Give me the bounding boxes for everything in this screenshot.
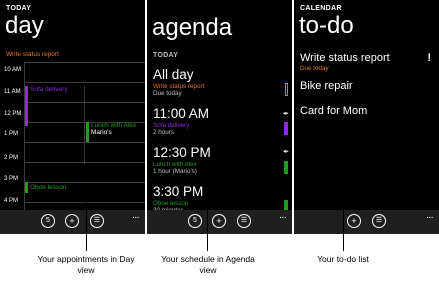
appointment-label: Oboe lesson	[30, 184, 67, 191]
hour-label: 3 PM	[4, 176, 19, 182]
list-icon[interactable]: ☰	[90, 214, 104, 228]
callout-line	[343, 196, 344, 251]
todo-title: to-do	[299, 12, 354, 39]
priority-icon: !	[427, 52, 431, 64]
app-bar: + ☰ ...	[294, 210, 439, 234]
callout-line	[86, 196, 87, 251]
callout-line	[207, 196, 208, 251]
agenda-time: 3:30 PM	[153, 184, 204, 199]
agenda-time: 11:00 AM	[153, 106, 210, 121]
appointment-label: Sofa delivery	[30, 86, 68, 93]
allday-event[interactable]: Write status report	[6, 51, 59, 58]
add-icon[interactable]: +	[212, 214, 226, 228]
agenda-event-detail: 2 hours	[153, 129, 175, 136]
today-button[interactable]: 5	[41, 214, 55, 228]
appointment-color-bar	[25, 86, 28, 126]
more-icon[interactable]: ...	[279, 210, 286, 221]
agenda-section-today: TODAY	[153, 52, 179, 59]
pin-icon: ✒	[283, 111, 289, 118]
agenda-time: 12:30 PM	[153, 145, 211, 160]
day-header: TODAY	[6, 5, 32, 12]
todo-item-label[interactable]: Bike repair	[300, 80, 353, 92]
agenda-color-marker	[285, 83, 288, 96]
hour-line	[24, 82, 145, 83]
day-grid: 10 AM 11 AM 12 PM 1 PM 2 PM 3 PM 4 PM So…	[0, 62, 145, 212]
day-title: day	[5, 12, 44, 39]
overlap-divider	[84, 86, 85, 164]
appointment-oboe-lesson[interactable]: Oboe lesson	[25, 182, 83, 193]
app-bar: 5 + ☰ ...	[147, 210, 292, 234]
todo-view-panel: CALENDAR to-do Write status report Due t…	[294, 0, 439, 234]
hour-label: 11 AM	[4, 89, 21, 95]
list-icon[interactable]: ☰	[237, 214, 251, 228]
todo-item-label[interactable]: Card for Mom	[300, 105, 367, 117]
hour-label: 10 AM	[4, 67, 22, 73]
app-bar: 5 + ☰ ...	[0, 210, 145, 234]
more-icon[interactable]: ...	[132, 210, 139, 221]
caption-day: Your appointments in Day view	[37, 254, 135, 275]
day-view-panel: TODAY day Write status report 10 AM 11 A…	[0, 0, 145, 234]
hour-line	[24, 202, 145, 203]
hour-label: 4 PM	[4, 198, 19, 204]
agenda-title: agenda	[152, 14, 233, 41]
add-icon[interactable]: +	[347, 214, 361, 228]
todo-item-detail: Due today	[300, 65, 329, 72]
more-icon[interactable]: ...	[426, 210, 433, 221]
caption-agenda: Your schedule in Agenda view	[161, 254, 255, 275]
appointment-lunch[interactable]: Lunch with Alex Mario's	[86, 122, 144, 142]
caption-todo: Your to-do list	[317, 254, 369, 264]
hour-label: 12 PM	[4, 111, 22, 117]
agenda-view-panel: agenda TODAY All day Write status report…	[147, 0, 292, 234]
appointment-color-bar	[86, 122, 89, 142]
pin-icon: ✒	[283, 149, 289, 156]
appointment-color-bar	[25, 182, 28, 193]
hour-label: 2 PM	[4, 155, 19, 161]
hour-label: 1 PM	[4, 131, 19, 137]
todo-item-label[interactable]: Write status report	[300, 52, 390, 64]
todo-header: CALENDAR	[300, 5, 342, 12]
agenda-color-marker	[284, 122, 288, 135]
appointment-sofa-delivery[interactable]: Sofa delivery	[25, 86, 83, 126]
agenda-time: All day	[153, 67, 194, 82]
agenda-event-detail: 1 hour (Mario's)	[153, 168, 197, 175]
list-icon[interactable]: ☰	[372, 214, 386, 228]
today-button[interactable]: 5	[188, 214, 202, 228]
add-icon[interactable]: +	[65, 214, 79, 228]
agenda-event-detail: Due today	[153, 90, 182, 97]
hour-line	[24, 62, 145, 63]
agenda-color-marker	[284, 161, 288, 174]
appointment-detail: Mario's	[91, 129, 112, 136]
